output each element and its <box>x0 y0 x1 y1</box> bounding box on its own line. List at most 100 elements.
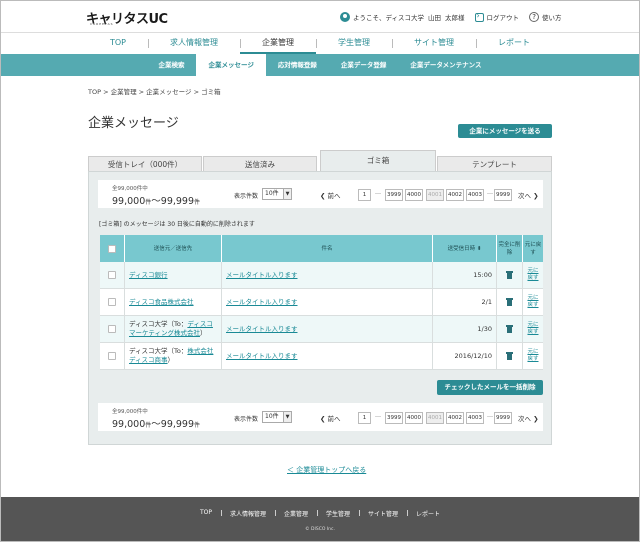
per-page-select[interactable]: 10件 ▼ <box>262 411 292 423</box>
page-button[interactable]: 1 <box>358 412 371 424</box>
page-ellipsis: … <box>375 189 381 196</box>
user-area: ようこそ、ディスコ大学 山田 太郎様 ログアウト ? 使い方 <box>340 11 562 23</box>
sub-nav-company-data-register[interactable]: 企業データ登録 <box>329 54 399 76</box>
tab-inbox[interactable]: 受信トレイ（000件） <box>88 156 202 172</box>
restore-link[interactable]: 元に戻す <box>527 268 539 282</box>
page-button[interactable]: 4003 <box>466 189 484 201</box>
table-row: ディスコ大学（To：ディスコマーケティング株式会社） メールタイトル入ります 1… <box>100 316 543 343</box>
tab-template[interactable]: テンプレート <box>437 156 552 172</box>
tab-trash[interactable]: ゴミ箱 <box>320 150 436 172</box>
footer-nav-student[interactable]: 学生管理 <box>317 509 359 518</box>
main-nav-report[interactable]: レポート <box>476 33 552 54</box>
sub-nav-company-message[interactable]: 企業メッセージ <box>196 54 266 76</box>
per-page-select[interactable]: 10件 ▼ <box>262 188 292 200</box>
logout-icon[interactable] <box>474 11 484 22</box>
trash-icon[interactable] <box>506 352 513 360</box>
header-sender: 送信元／送信先 <box>125 235 222 262</box>
main-nav-student[interactable]: 学生管理 <box>316 33 392 54</box>
sub-nav-company-search[interactable]: 企業検索 <box>146 54 196 76</box>
chevron-left-icon: ❮ <box>320 415 326 423</box>
range-count: 99,000件～99,999件 <box>112 419 201 430</box>
help-link[interactable]: 使い方 <box>542 12 562 22</box>
prev-page-link[interactable]: ❮ 前へ <box>320 413 341 423</box>
tab-sent[interactable]: 送信済み <box>203 156 317 172</box>
main-nav-top[interactable]: TOP <box>88 33 148 54</box>
sender-link[interactable]: ディスコ食品株式会社 <box>129 298 194 307</box>
next-page-link[interactable]: 次へ ❯ <box>518 413 539 423</box>
total-count: 全99,000件中 <box>112 186 148 192</box>
sender-text: ディスコ大学（To：ディスコマーケティング株式会社） <box>129 320 213 337</box>
trash-icon[interactable] <box>506 271 513 279</box>
chevron-down-icon: ▼ <box>283 189 291 199</box>
page-button[interactable]: 4002 <box>446 412 464 424</box>
trash-icon[interactable] <box>506 325 513 333</box>
sub-nav-response-register[interactable]: 応対情報登録 <box>266 54 329 76</box>
next-page-link[interactable]: 次へ ❯ <box>518 190 539 200</box>
row-date: 1/30 <box>433 316 497 342</box>
row-date: 2/1 <box>433 289 497 315</box>
sort-icon[interactable]: ⬍ <box>477 245 482 253</box>
row-checkbox[interactable] <box>108 271 116 279</box>
user-icon <box>340 12 350 22</box>
send-message-button[interactable]: 企業にメッセージを送る <box>458 124 552 138</box>
chevron-left-icon: ❮ <box>320 192 326 200</box>
row-checkbox[interactable] <box>108 325 116 333</box>
row-date: 15:00 <box>433 262 497 288</box>
page-ellipsis: … <box>375 412 381 419</box>
per-page-label: 表示件数 <box>234 416 259 423</box>
header-date[interactable]: 送受信日時 ⬍ <box>433 235 497 262</box>
page-button[interactable]: 3999 <box>385 189 403 201</box>
page-button[interactable]: 4003 <box>466 412 484 424</box>
row-checkbox[interactable] <box>108 298 116 306</box>
page-ellipsis: … <box>487 412 493 419</box>
page-button[interactable]: 9999 <box>494 189 512 201</box>
main-nav-job-info[interactable]: 求人情報管理 <box>148 33 240 54</box>
page-button[interactable]: 4000 <box>405 189 423 201</box>
restore-link[interactable]: 元に戻す <box>527 322 539 336</box>
per-page-label: 表示件数 <box>234 193 259 200</box>
chevron-down-icon: ▼ <box>283 412 291 422</box>
help-icon[interactable]: ? <box>529 12 540 22</box>
chevron-right-icon: ❯ <box>533 192 539 200</box>
page-button[interactable]: 1 <box>358 189 371 201</box>
restore-link[interactable]: 元に戻す <box>527 349 539 363</box>
sub-nav-company-data-maintenance[interactable]: 企業データメンテナンス <box>398 54 493 76</box>
subject-link[interactable]: メールタイトル入ります <box>226 352 298 361</box>
table-row: ディスコ食品株式会社 メールタイトル入ります 2/1 元に戻す <box>100 289 543 316</box>
trash-icon[interactable] <box>506 298 513 306</box>
row-checkbox[interactable] <box>108 352 116 360</box>
table-row: ディスコ銀行 メールタイトル入ります 15:00 元に戻す <box>100 262 543 289</box>
total-count: 全99,000件中 <box>112 409 148 415</box>
header-restore: 元に戻す <box>524 241 542 256</box>
footer-nav-report[interactable]: レポート <box>407 509 449 518</box>
footer-nav-job-info[interactable]: 求人情報管理 <box>220 509 275 518</box>
page-button[interactable]: 3999 <box>385 412 403 424</box>
back-to-company-top-link[interactable]: ＜ 企業管理トップへ戻る <box>287 465 366 475</box>
page-button-current: 4001 <box>426 189 444 201</box>
greeting-text: ようこそ、ディスコ大学 <box>353 14 425 22</box>
restore-link[interactable]: 元に戻す <box>527 295 539 309</box>
footer-nav-top[interactable]: TOP <box>191 509 221 518</box>
subject-link[interactable]: メールタイトル入ります <box>226 325 298 334</box>
subject-link[interactable]: メールタイトル入ります <box>226 298 298 307</box>
main-nav-company[interactable]: 企業管理 <box>240 33 316 54</box>
prev-page-link[interactable]: ❮ 前へ <box>320 190 341 200</box>
message-table: 送信元／送信先 件名 送受信日時 ⬍ 完全に削除 元に戻す ディスコ銀行 メール… <box>100 235 543 370</box>
select-all-checkbox[interactable] <box>108 244 116 253</box>
logout-link[interactable]: ログアウト <box>487 12 520 22</box>
bulk-delete-button[interactable]: チェックしたメールを一括削除 <box>437 380 543 395</box>
page-title: 企業メッセージ <box>88 116 179 131</box>
trash-panel: 全99,000件中 99,000件～99,999件 表示件数 10件 ▼ ❮ 前へ… <box>88 171 552 445</box>
sender-link[interactable]: ディスコ銀行 <box>129 271 168 280</box>
page-button[interactable]: 4002 <box>446 189 464 201</box>
table-header: 送信元／送信先 件名 送受信日時 ⬍ 完全に削除 元に戻す <box>100 235 543 262</box>
main-nav: TOP 求人情報管理 企業管理 学生管理 サイト管理 レポート <box>0 32 640 54</box>
main-nav-site[interactable]: サイト管理 <box>392 33 476 54</box>
page-button[interactable]: 4000 <box>405 412 423 424</box>
page-button[interactable]: 9999 <box>494 412 512 424</box>
footer-nav-company[interactable]: 企業管理 <box>274 509 317 518</box>
page-button-current: 4001 <box>426 412 444 424</box>
footer-nav-site[interactable]: サイト管理 <box>359 509 407 518</box>
subject-link[interactable]: メールタイトル入ります <box>226 271 298 280</box>
chevron-right-icon: ❯ <box>533 415 539 423</box>
